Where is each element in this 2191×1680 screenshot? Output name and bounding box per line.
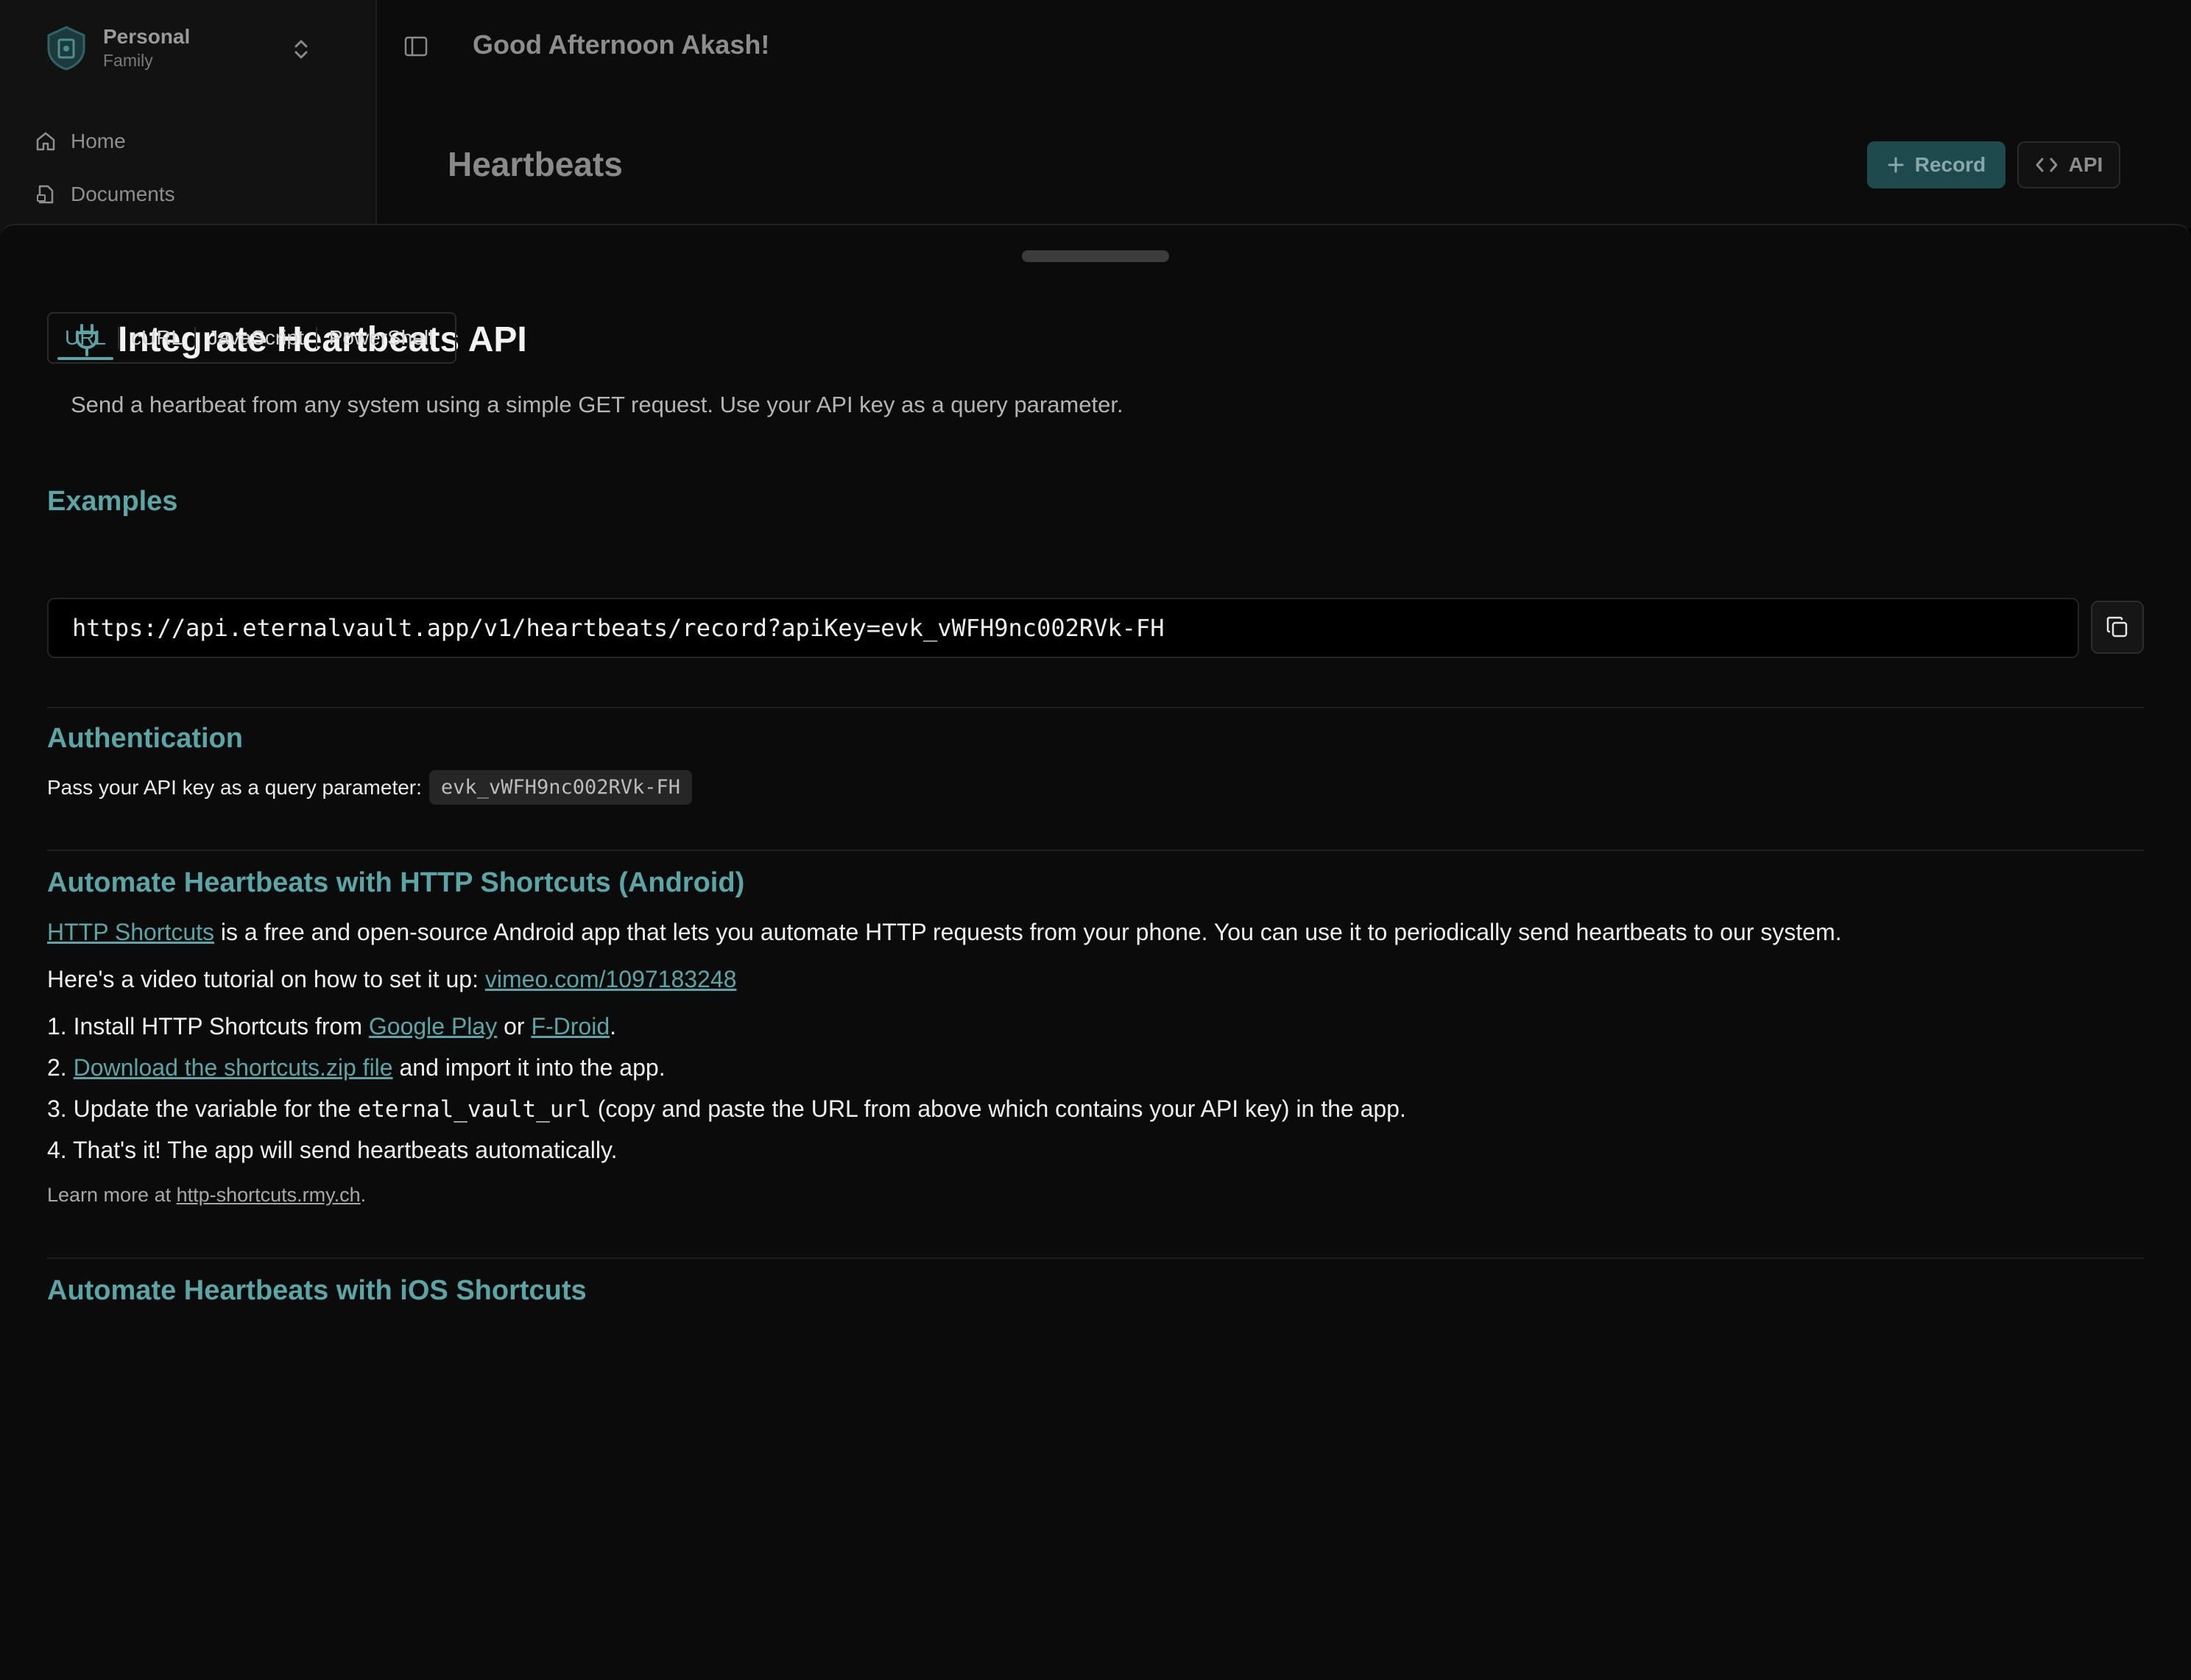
- record-button[interactable]: Record: [1867, 141, 2005, 188]
- vimeo-link[interactable]: vimeo.com/1097183248: [485, 966, 737, 992]
- sidebar-item-home[interactable]: Home: [32, 121, 126, 162]
- greeting: Good Afternoon Akash!: [473, 29, 770, 60]
- step-1-or: or: [497, 1013, 532, 1040]
- example-url-field[interactable]: https://api.eternalvault.app/v1/heartbea…: [47, 598, 2079, 658]
- code-icon: [2036, 158, 2058, 172]
- authentication-label: Pass your API key as a query parameter:: [47, 775, 422, 799]
- section-divider: [47, 707, 2144, 708]
- video-tutorial-text: Here's a video tutorial on how to set it…: [47, 966, 485, 992]
- ios-heading: Automate Heartbeats with iOS Shortcuts: [47, 1275, 587, 1306]
- download-shortcuts-link[interactable]: Download the shortcuts.zip file: [74, 1054, 393, 1081]
- step-1: 1. Install HTTP Shortcuts from Google Pl…: [47, 1013, 616, 1040]
- section-divider: [47, 1257, 2144, 1259]
- step-3-text: 3. Update the variable for the: [47, 1095, 358, 1122]
- api-key-chip: evk_vWFH9nc002RVk-FH: [428, 770, 693, 805]
- tab-url[interactable]: URL: [53, 319, 118, 360]
- http-shortcuts-link[interactable]: HTTP Shortcuts: [47, 919, 214, 945]
- plus-icon: [1888, 157, 1904, 173]
- android-heading: Automate Heartbeats with HTTP Shortcuts …: [47, 867, 745, 898]
- copy-icon: [2106, 616, 2128, 638]
- step-2-number: 2.: [47, 1054, 74, 1081]
- examples-heading: Examples: [47, 486, 178, 517]
- tab-curl[interactable]: cURL: [119, 319, 194, 357]
- api-button[interactable]: API: [2017, 141, 2120, 188]
- page-title: Heartbeats: [448, 145, 623, 183]
- android-intro-text: is a free and open-source Android app th…: [214, 919, 1842, 945]
- copy-button[interactable]: [2091, 601, 2144, 654]
- workspace-name: Personal: [103, 25, 191, 48]
- workspace-switcher[interactable]: Personal Family: [29, 15, 347, 81]
- variable-name-code: eternal_vault_url: [357, 1096, 591, 1123]
- learn-more: Learn more at http-shortcuts.rmy.ch.: [47, 1184, 366, 1207]
- drag-handle[interactable]: [1022, 250, 1169, 262]
- section-divider: [47, 850, 2144, 851]
- step-2: 2. Download the shortcuts.zip file and i…: [47, 1054, 666, 1081]
- sidebar-item-label: Home: [71, 130, 126, 152]
- step-3: 3. Update the variable for the eternal_v…: [47, 1095, 1406, 1123]
- step-2-text: and import it into the app.: [392, 1054, 666, 1081]
- vault-logo-icon: [38, 20, 94, 76]
- tab-javascript[interactable]: JavaScript: [196, 319, 316, 357]
- step-3-suffix: (copy and paste the URL from above which…: [590, 1095, 1406, 1122]
- authentication-text: Pass your API key as a query parameter: …: [47, 770, 693, 805]
- step-1-text: 1. Install HTTP Shortcuts from: [47, 1013, 369, 1040]
- sidebar-item-label: Documents: [71, 183, 175, 205]
- api-button-label: API: [2068, 153, 2103, 176]
- learn-more-period: .: [360, 1184, 367, 1206]
- workspace-subtitle: Family: [103, 51, 153, 70]
- chevron-up-down-icon: [294, 40, 308, 59]
- android-intro: HTTP Shortcuts is a free and open-source…: [47, 919, 1842, 946]
- record-button-label: Record: [1914, 153, 1986, 176]
- learn-more-text: Learn more at: [47, 1184, 177, 1206]
- step-4: 4. That's it! The app will send heartbea…: [47, 1137, 618, 1163]
- google-play-link[interactable]: Google Play: [369, 1013, 497, 1040]
- sidebar-item-documents[interactable]: Documents: [32, 174, 175, 215]
- sidebar-toggle-icon[interactable]: [402, 32, 430, 60]
- api-integration-sheet: Integrate Heartbeats API Send a heartbea…: [0, 224, 2191, 1680]
- home-icon: [32, 128, 59, 155]
- http-shortcuts-site-link[interactable]: http-shortcuts.rmy.ch: [177, 1184, 361, 1206]
- document-lock-icon: [32, 181, 59, 208]
- sheet-description: Send a heartbeat from any system using a…: [71, 392, 1123, 417]
- authentication-heading: Authentication: [47, 723, 243, 754]
- tab-powershell[interactable]: PowerShell: [317, 319, 445, 357]
- step-1-period: .: [610, 1013, 616, 1040]
- example-tabs: URL cURL JavaScript PowerShell: [47, 312, 456, 364]
- f-droid-link[interactable]: F-Droid: [531, 1013, 610, 1040]
- video-tutorial-line: Here's a video tutorial on how to set it…: [47, 966, 736, 993]
